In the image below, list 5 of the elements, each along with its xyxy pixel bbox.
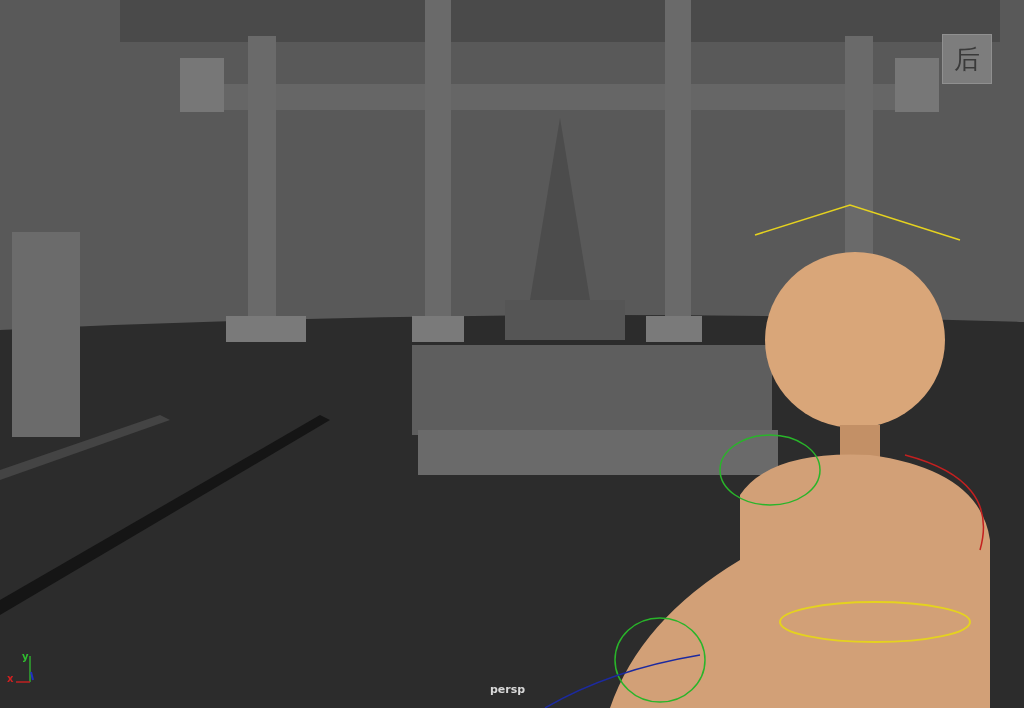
viewport-panel[interactable]: 后 y x persp <box>0 0 1024 708</box>
axis-label: x <box>7 674 14 684</box>
camera-label: persp <box>490 684 526 695</box>
axis-label: y <box>22 652 29 662</box>
view-cube-label: 后 <box>954 46 980 72</box>
